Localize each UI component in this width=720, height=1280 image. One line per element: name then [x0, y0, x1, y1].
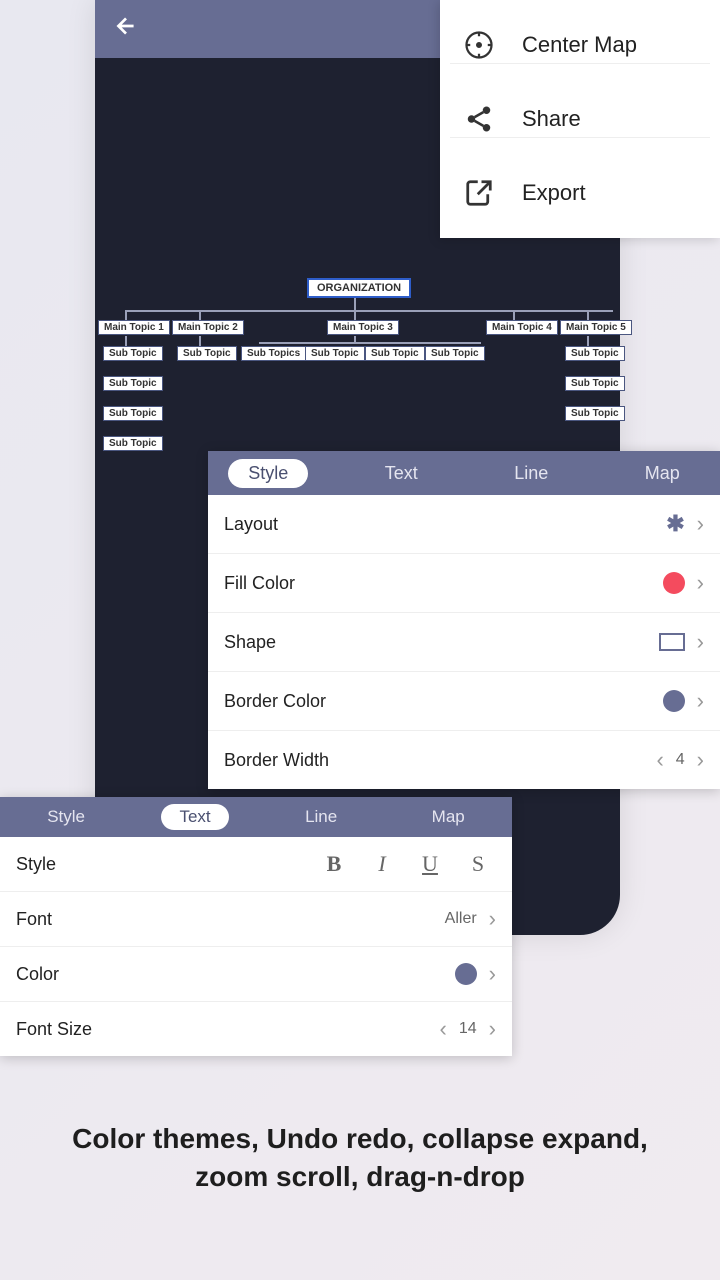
back-arrow-icon[interactable] [113, 13, 139, 46]
row-label: Fill Color [224, 573, 295, 594]
row-text-style: Style B I U S [0, 837, 512, 892]
chevron-right-icon: › [697, 570, 704, 596]
sub-topic-node[interactable]: Sub Topic [565, 346, 625, 361]
row-label: Font [16, 909, 52, 930]
caption-line-1: Color themes, Undo redo, collapse expand… [30, 1120, 690, 1158]
row-label: Font Size [16, 1019, 92, 1040]
menu-label: Export [522, 180, 586, 206]
row-label: Color [16, 964, 59, 985]
overflow-menu: Center Map Share Export [440, 0, 720, 238]
marketing-caption: Color themes, Undo redo, collapse expand… [0, 1120, 720, 1196]
shape-rect-icon [659, 633, 685, 651]
menu-item-share[interactable]: Share [440, 82, 720, 156]
chevron-right-icon: › [697, 688, 704, 714]
row-border-width: Border Width ‹ 4 › [208, 731, 720, 789]
sub-topic-node[interactable]: Sub Topics [241, 346, 306, 361]
menu-item-export[interactable]: Export [440, 156, 720, 230]
share-icon [464, 104, 494, 134]
row-fill-color[interactable]: Fill Color › [208, 554, 720, 613]
row-border-color[interactable]: Border Color › [208, 672, 720, 731]
row-label: Style [16, 854, 56, 875]
row-label: Shape [224, 632, 276, 653]
main-topic-node[interactable]: Main Topic 2 [172, 320, 244, 335]
row-font-size: Font Size ‹ 14 › [0, 1002, 512, 1056]
chevron-right-icon: › [489, 961, 496, 987]
row-label: Layout [224, 514, 278, 535]
main-topic-node[interactable]: Main Topic 5 [560, 320, 632, 335]
chevron-left-icon[interactable]: ‹ [656, 747, 663, 773]
sub-topic-node[interactable]: Sub Topic [565, 376, 625, 391]
sub-topic-node[interactable]: Sub Topic [425, 346, 485, 361]
export-icon [464, 178, 494, 208]
layout-icon: ✱ [666, 511, 684, 537]
font-size-value: 14 [459, 1020, 477, 1038]
tab-map[interactable]: Map [414, 804, 483, 830]
main-topic-node[interactable]: Main Topic 1 [98, 320, 170, 335]
tab-text[interactable]: Text [365, 459, 438, 488]
sub-topic-node[interactable]: Sub Topic [103, 406, 163, 421]
sub-topic-node[interactable]: Sub Topic [365, 346, 425, 361]
style-panel: Style Text Line Map Layout ✱ › Fill Colo… [208, 451, 720, 789]
tab-style[interactable]: Style [228, 459, 308, 488]
fill-color-swatch [663, 572, 685, 594]
chevron-right-icon[interactable]: › [697, 747, 704, 773]
style-panel-tabs: Style Text Line Map [208, 451, 720, 495]
tab-map[interactable]: Map [625, 459, 700, 488]
text-color-swatch [455, 963, 477, 985]
chevron-left-icon[interactable]: ‹ [440, 1016, 447, 1042]
sub-topic-node[interactable]: Sub Topic [103, 346, 163, 361]
tab-style[interactable]: Style [29, 804, 103, 830]
menu-label: Share [522, 106, 581, 132]
row-layout[interactable]: Layout ✱ › [208, 495, 720, 554]
sub-topic-node[interactable]: Sub Topic [565, 406, 625, 421]
underline-button[interactable]: U [412, 851, 448, 877]
font-value: Aller [445, 910, 477, 928]
border-color-swatch [663, 690, 685, 712]
tab-text[interactable]: Text [161, 804, 228, 830]
crosshair-icon [464, 30, 494, 60]
main-topic-node[interactable]: Main Topic 4 [486, 320, 558, 335]
row-label: Border Color [224, 691, 326, 712]
sub-topic-node[interactable]: Sub Topic [103, 376, 163, 391]
sub-topic-node[interactable]: Sub Topic [177, 346, 237, 361]
chevron-right-icon: › [697, 511, 704, 537]
text-panel-tabs: Style Text Line Map [0, 797, 512, 837]
org-root-node[interactable]: ORGANIZATION [307, 278, 411, 298]
italic-button[interactable]: I [364, 851, 400, 877]
sub-topic-node[interactable]: Sub Topic [103, 436, 163, 451]
bold-button[interactable]: B [316, 851, 352, 877]
menu-label: Center Map [522, 32, 637, 58]
row-shape[interactable]: Shape › [208, 613, 720, 672]
menu-item-center-map[interactable]: Center Map [440, 8, 720, 82]
tab-line[interactable]: Line [494, 459, 568, 488]
caption-line-2: zoom scroll, drag-n-drop [30, 1158, 690, 1196]
chevron-right-icon: › [489, 906, 496, 932]
row-font[interactable]: Font Aller › [0, 892, 512, 947]
tab-line[interactable]: Line [287, 804, 355, 830]
main-topic-node[interactable]: Main Topic 3 [327, 320, 399, 335]
border-width-value: 4 [676, 751, 685, 769]
chevron-right-icon[interactable]: › [489, 1016, 496, 1042]
text-panel: Style Text Line Map Style B I U S Font A… [0, 797, 512, 1056]
row-text-color[interactable]: Color › [0, 947, 512, 1002]
strikethrough-button[interactable]: S [460, 851, 496, 877]
sub-topic-node[interactable]: Sub Topic [305, 346, 365, 361]
row-label: Border Width [224, 750, 329, 771]
chevron-right-icon: › [697, 629, 704, 655]
